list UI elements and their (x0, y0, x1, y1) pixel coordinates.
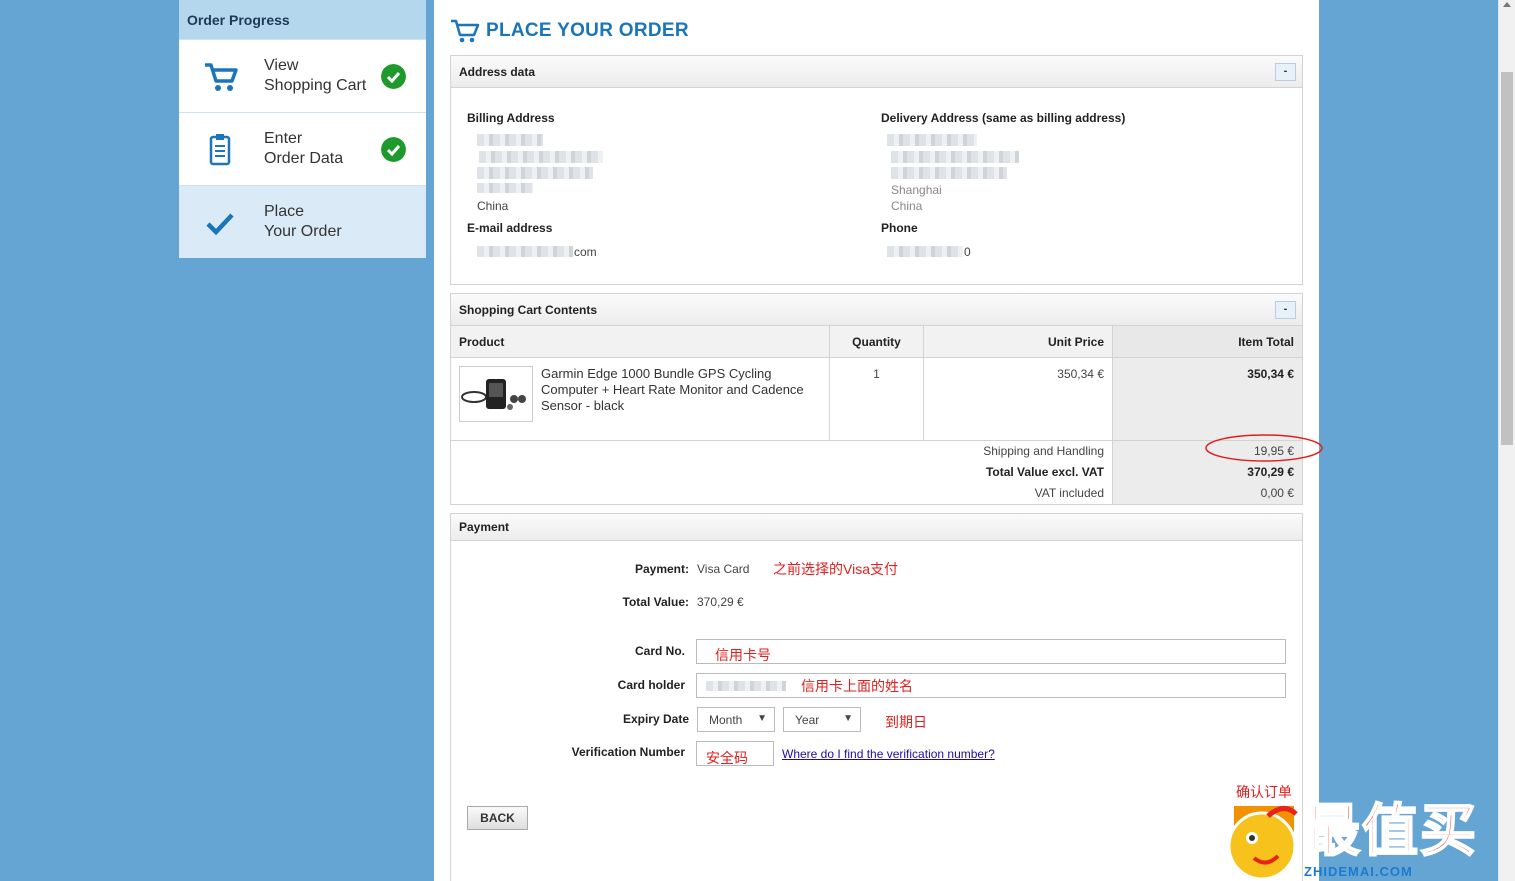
chevron-down-icon: ▼ (843, 713, 853, 724)
payment-heading: Payment (459, 520, 510, 534)
step-label-line2: Shopping Cart (264, 77, 367, 94)
vat-label: VAT included (1034, 486, 1104, 500)
expiry-month-value: Month (709, 713, 743, 727)
cart-heading: Shopping Cart Contents (459, 303, 597, 317)
item-quantity: 1 (873, 367, 880, 381)
delivery-country: China (891, 199, 923, 213)
column-product: Product (451, 326, 829, 358)
vertical-scrollbar[interactable] (1498, 0, 1515, 881)
redacted-text (891, 151, 1019, 163)
mascot-icon (1227, 806, 1298, 881)
column-quantity: Quantity (830, 326, 923, 358)
page-title-text: PLACE YOUR ORDER (486, 20, 689, 41)
completed-check-icon (381, 64, 406, 89)
collapse-cart-button[interactable]: - (1275, 301, 1296, 319)
payment-method-value: Visa Card (697, 562, 750, 576)
card-number-label: Card No. (634, 644, 685, 658)
total-value: 370,29 € (697, 595, 744, 609)
email-label: E-mail address (467, 221, 553, 235)
total-value-label: Total Value: (622, 595, 689, 609)
delivery-city: Shanghai (891, 183, 942, 197)
shipping-label: Shipping and Handling (983, 444, 1104, 458)
chevron-down-icon: ▼ (757, 713, 767, 724)
expiry-date-label: Expiry Date (622, 712, 689, 726)
step-label-line1: Place (264, 203, 305, 220)
total-excl-vat-value: 370,29 € (1247, 465, 1294, 479)
annotation-note: 到期日 (885, 714, 927, 730)
product-name[interactable]: Garmin Edge 1000 Bundle GPS Cycling Comp… (541, 366, 821, 414)
scroll-up-arrow-icon[interactable] (1503, 2, 1511, 7)
completed-check-icon (381, 137, 406, 162)
step-label-line2: Your Order (264, 223, 342, 240)
redacted-text (887, 134, 977, 146)
redacted-text (887, 246, 963, 257)
back-button[interactable]: BACK (467, 806, 528, 830)
main-content: PLACE YOUR ORDER Address data - Billing … (434, 0, 1323, 881)
redacted-text (706, 681, 786, 691)
watermark-text: 最值买 (1303, 798, 1478, 865)
step-enter-order-data[interactable]: Enter Order Data (179, 112, 426, 185)
step-view-shopping-cart[interactable]: View Shopping Cart (179, 39, 426, 112)
clipboard-icon (209, 134, 231, 166)
redacted-text (891, 167, 1007, 179)
sidebar-title: Order Progress (179, 0, 426, 39)
payment-method-label: Payment: (634, 562, 689, 576)
annotation-note: 之前选择的Visa支付 (773, 561, 898, 577)
highlight-ellipse (1205, 434, 1323, 462)
verification-help-link[interactable]: Where do I find the verification number? (782, 747, 995, 761)
product-thumbnail[interactable] (459, 366, 533, 422)
step-label-line2: Order Data (264, 150, 344, 167)
checkmark-icon (206, 213, 234, 236)
expiry-month-select[interactable]: Month ▼ (697, 707, 775, 732)
card-holder-label: Card holder (617, 678, 685, 692)
delivery-address-label: Delivery Address (same as billing addres… (881, 111, 1126, 125)
card-number-input[interactable] (696, 639, 1286, 664)
email-value: com (574, 245, 597, 259)
cart-icon (205, 63, 238, 91)
cart-icon (451, 19, 480, 43)
order-progress-sidebar: Order Progress View Shopping Cart Enter … (179, 0, 426, 258)
expiry-year-value: Year (795, 713, 820, 727)
item-unit-price: 350,34 € (1057, 367, 1104, 381)
collapse-address-button[interactable]: - (1275, 63, 1296, 81)
scrollbar-thumb[interactable] (1501, 72, 1513, 445)
phone-value: 0 (964, 245, 971, 259)
verification-number-label: Verification Number (571, 745, 685, 759)
annotation-note: 信用卡号 (715, 647, 771, 663)
watermark-logo: 最值买 ZHIDEMAI.COM (1224, 798, 1515, 881)
vat-value: 0,00 € (1260, 486, 1294, 500)
payment-panel-header: Payment (451, 514, 1302, 541)
address-panel: Address data - Billing Address China Del… (450, 55, 1303, 285)
item-total: 350,34 € (1247, 367, 1294, 381)
payment-panel: Payment Payment: Visa Card 之前选择的Visa支付 T… (450, 513, 1303, 881)
billing-country: China (477, 199, 509, 213)
address-panel-header: Address data - (451, 56, 1302, 88)
expiry-year-select[interactable]: Year ▼ (783, 707, 861, 732)
cart-panel-header: Shopping Cart Contents - (451, 294, 1302, 326)
column-item-total: Item Total (1113, 326, 1302, 358)
billing-address-label: Billing Address (467, 111, 555, 125)
redacted-text (479, 151, 603, 163)
step-place-your-order[interactable]: Place Your Order (179, 185, 426, 258)
annotation-note: 安全码 (706, 750, 748, 766)
redacted-text (477, 134, 543, 146)
watermark-url: ZHIDEMAI.COM (1304, 864, 1413, 879)
cart-panel: Shopping Cart Contents - Product Quantit… (450, 293, 1323, 505)
total-excl-vat-label: Total Value excl. VAT (985, 465, 1104, 479)
redacted-text (477, 167, 593, 179)
step-label-line1: Enter (264, 130, 303, 147)
column-unit-price: Unit Price (924, 326, 1112, 358)
annotation-note: 信用卡上面的姓名 (801, 678, 913, 694)
page-title: PLACE YOUR ORDER (450, 16, 689, 46)
address-heading: Address data (459, 65, 536, 79)
redacted-text (477, 246, 573, 257)
step-label-line1: View (264, 57, 299, 74)
redacted-text (477, 183, 533, 193)
phone-label: Phone (881, 221, 918, 235)
